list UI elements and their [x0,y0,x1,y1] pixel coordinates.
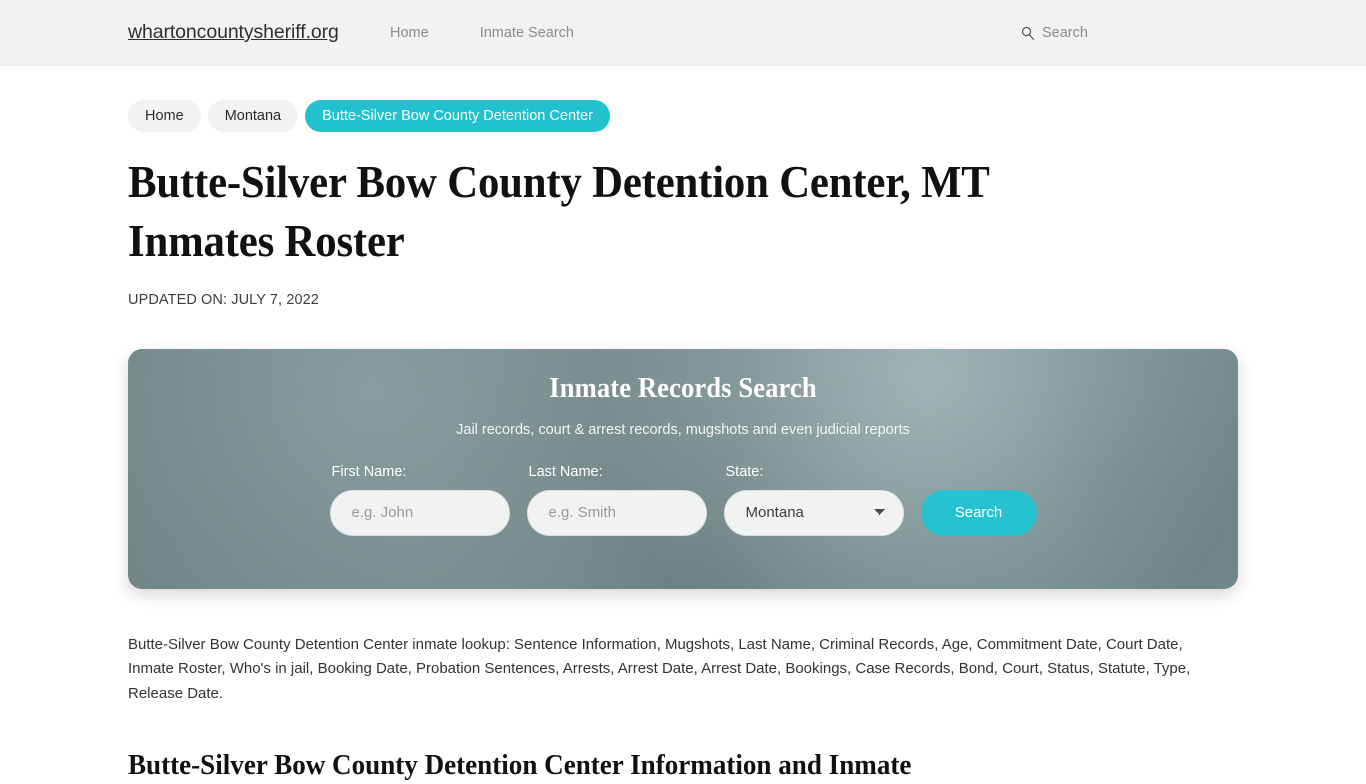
main-nav: Home Inmate Search [390,25,574,41]
first-name-label: First Name: [331,463,407,480]
search-submit-button[interactable]: Search [920,489,1037,536]
site-logo[interactable]: whartoncountysheriff.org [128,21,339,44]
updated-on-text: UPDATED ON: JULY 7, 2022 [128,291,319,308]
content-container: Home Montana Butte-Silver Bow County Det… [128,66,1238,784]
state-label: State: [725,463,764,480]
breadcrumb-item-montana[interactable]: Montana [207,100,299,133]
section-heading-information: Butte-Silver Bow County Detention Center… [128,749,912,781]
nav-item-inmate-search[interactable]: Inmate Search [480,25,574,41]
last-name-label: Last Name: [528,463,603,480]
last-name-input[interactable] [526,489,707,536]
search-card-inner: Inmate Records Search Jail records, cour… [128,349,1238,536]
state-field-group: State: Montana [723,463,904,536]
search-card-title: Inmate Records Search [549,372,817,404]
site-header: whartoncountysheriff.org Home Inmate Sea… [0,0,1366,66]
page-body: Home Montana Butte-Silver Bow County Det… [0,66,1366,784]
breadcrumb-item-home[interactable]: Home [128,100,201,133]
header-search-label: Search [1042,24,1088,41]
page-title: Butte-Silver Bow County Detention Center… [128,156,989,266]
search-icon [1021,26,1035,40]
state-select[interactable]: Montana [723,489,904,536]
inmate-search-form: First Name: Last Name: State: Montana Se… [128,464,1238,536]
search-card-subtitle: Jail records, court & arrest records, mu… [456,421,910,438]
nav-item-home[interactable]: Home [390,25,429,41]
intro-paragraph: Butte-Silver Bow County Detention Center… [128,635,1191,702]
inmate-records-search-card: Inmate Records Search Jail records, cour… [128,348,1238,589]
breadcrumb: Home Montana Butte-Silver Bow County Det… [128,100,1238,133]
header-search-toggle[interactable]: Search [1021,25,1088,41]
last-name-field-group: Last Name: [526,463,707,536]
first-name-field-group: First Name: [329,463,510,536]
breadcrumb-item-current[interactable]: Butte-Silver Bow County Detention Center [305,100,610,133]
first-name-input[interactable] [329,489,510,536]
